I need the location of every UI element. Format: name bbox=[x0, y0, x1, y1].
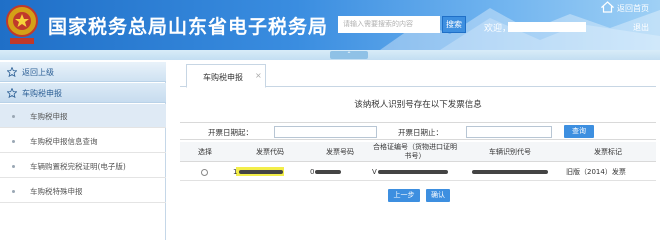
tab-strip: 车购税申报 × bbox=[180, 62, 656, 88]
home-link[interactable]: 返回首页 bbox=[617, 3, 649, 14]
sidebar-item-label: 车购税申报 bbox=[30, 112, 68, 121]
close-icon[interactable]: × bbox=[255, 71, 262, 80]
prev-step-button[interactable]: 上一步 bbox=[388, 189, 420, 202]
sidebar-item-query[interactable]: 车购税申报信息查询 bbox=[0, 129, 166, 153]
sidebar-item-special[interactable]: 车购税特殊申报 bbox=[0, 179, 166, 203]
bullet-icon bbox=[12, 190, 15, 193]
bullet-icon bbox=[12, 140, 15, 143]
sidebar-group[interactable]: 车购税申报 bbox=[0, 83, 166, 103]
star-icon bbox=[7, 67, 17, 77]
home-icon[interactable] bbox=[601, 1, 614, 13]
cert-number-cell: V bbox=[372, 163, 448, 181]
sidebar-item-certificate[interactable]: 车辆购置税完税证明(电子版) bbox=[0, 154, 166, 178]
vin-cell bbox=[472, 163, 548, 181]
invoice-mark-cell: 旧版（2014）发票 bbox=[566, 168, 626, 176]
redacted-username bbox=[508, 22, 586, 32]
end-date-label: 开票日期止： bbox=[398, 128, 443, 137]
table-row[interactable]: 1 0 V 旧版（2014）发票 bbox=[180, 163, 656, 181]
logout-link[interactable]: 退出 bbox=[633, 22, 649, 33]
sidebar: 返回上级 车购税申报 车购税申报 车购税申报信息查询 车辆购置税完税证明(电子版… bbox=[0, 62, 166, 240]
star-icon bbox=[7, 88, 17, 98]
table-header: 选择 发票代码 发票号码 合格证编号（货物进口证明书号） 车辆识别代号 发票标记 bbox=[180, 142, 656, 162]
sidebar-item-label: 车辆购置税完税证明(电子版) bbox=[30, 162, 126, 171]
col-select: 选择 bbox=[198, 147, 212, 156]
tab-label: 车购税申报 bbox=[203, 73, 243, 82]
redacted-value bbox=[377, 170, 448, 174]
col-vin: 车辆识别代号 bbox=[489, 147, 531, 156]
cert-number-prefix: V bbox=[372, 168, 377, 176]
bullet-icon bbox=[12, 165, 15, 168]
tax-emblem-icon bbox=[6, 5, 38, 44]
invoice-notice: 该纳税人识别号存在以下发票信息 bbox=[354, 100, 482, 110]
row-radio[interactable] bbox=[201, 163, 208, 181]
welcome-text: 欢迎， bbox=[484, 24, 512, 34]
bullet-icon bbox=[12, 115, 15, 118]
redacted-value bbox=[239, 170, 284, 174]
tab-vehicle-tax[interactable]: 车购税申报 × bbox=[186, 64, 266, 88]
start-date-input[interactable] bbox=[274, 126, 377, 138]
confirm-button[interactable]: 确认 bbox=[426, 189, 450, 202]
sidebar-item-label: 车购税申报信息查询 bbox=[30, 137, 98, 146]
redacted-value bbox=[472, 170, 548, 174]
sidebar-group-label: 车购税申报 bbox=[22, 89, 62, 98]
invoice-number-prefix: 0 bbox=[310, 168, 315, 176]
search-input[interactable]: 请输入需要搜索的内容 bbox=[338, 16, 440, 33]
query-button[interactable]: 查询 bbox=[564, 125, 594, 138]
start-date-label: 开票日期起： bbox=[208, 128, 253, 137]
col-invoice-mark: 发票标记 bbox=[594, 147, 622, 156]
redacted-value bbox=[315, 170, 342, 174]
sidebar-item-label: 车购税特殊申报 bbox=[30, 187, 83, 196]
main-panel: 车购税申报 × 该纳税人识别号存在以下发票信息 开票日期起： 开票日期止： 查询… bbox=[180, 62, 656, 240]
search-button[interactable]: 搜索 bbox=[442, 16, 466, 33]
invoice-number-cell: 0 bbox=[310, 163, 342, 181]
col-invoice-number: 发票号码 bbox=[326, 147, 354, 156]
date-filter: 开票日期起： 开票日期止： 查询 bbox=[180, 122, 656, 140]
site-title: 国家税务总局山东省电子税务局 bbox=[48, 16, 329, 38]
sidebar-back[interactable]: 返回上级 bbox=[0, 62, 166, 82]
col-invoice-code: 发票代码 bbox=[256, 147, 284, 156]
invoice-code-prefix: 1 bbox=[233, 168, 238, 176]
invoice-code-cell: 1 bbox=[233, 163, 284, 181]
col-cert-number: 合格证编号（货物进口证明书号） bbox=[373, 143, 457, 160]
radio-button[interactable] bbox=[201, 168, 208, 176]
collapse-toggle[interactable]: ⌃ bbox=[330, 51, 368, 59]
sidebar-item-declare[interactable]: 车购税申报 bbox=[0, 104, 166, 128]
end-date-input[interactable] bbox=[466, 126, 552, 138]
top-header: 国家税务总局山东省电子税务局 请输入需要搜索的内容 搜索 欢迎， 返回首页 退出 bbox=[0, 0, 660, 50]
sidebar-back-label: 返回上级 bbox=[22, 68, 54, 77]
